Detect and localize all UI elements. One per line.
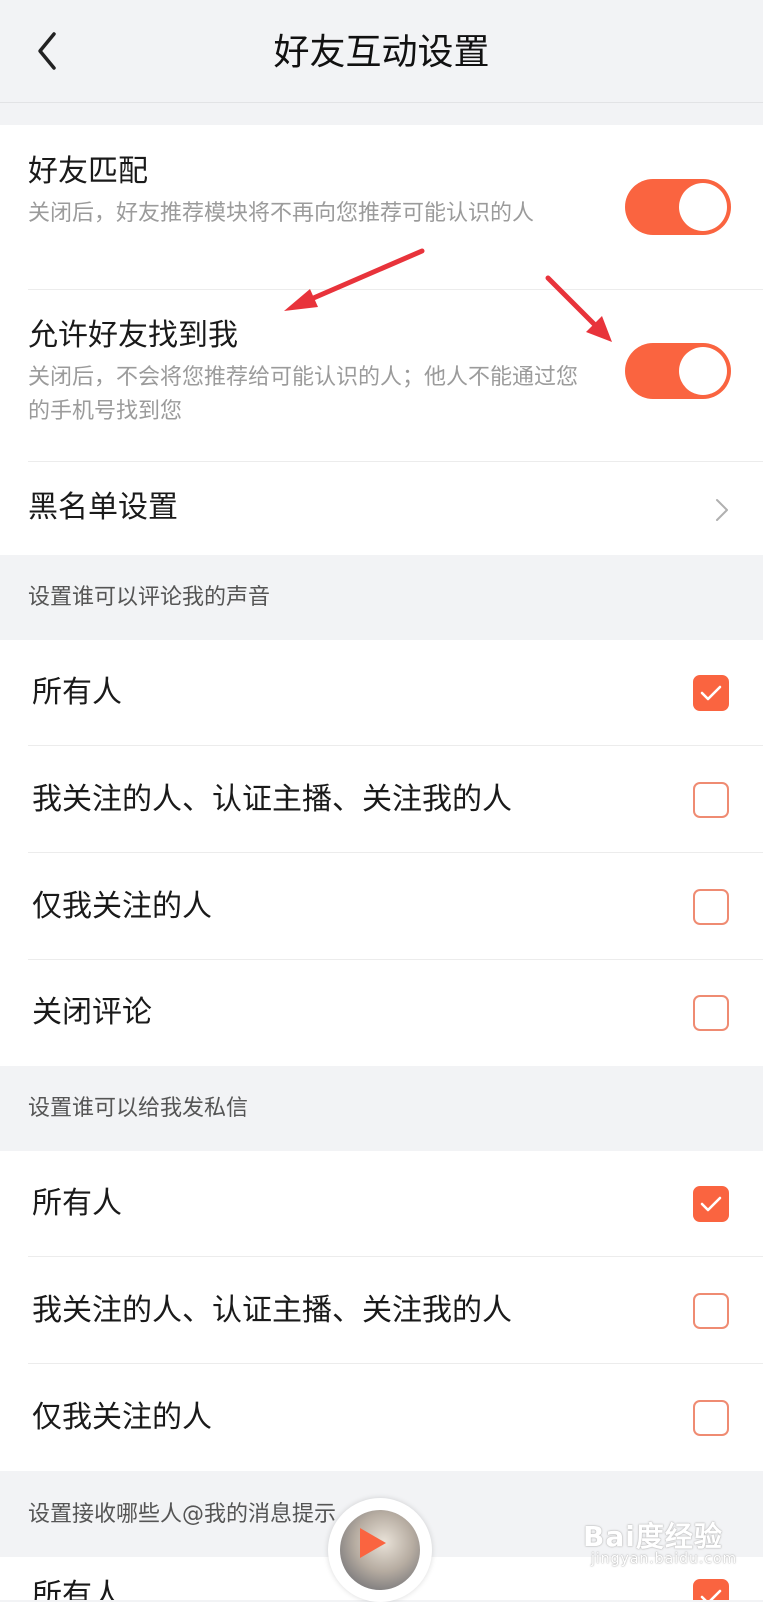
checkbox-checked[interactable] (693, 1186, 729, 1222)
comment-option-disable[interactable]: 关闭评论 (0, 960, 763, 1066)
option-label: 所有人 (32, 1578, 122, 1600)
checkbox[interactable] (693, 1293, 729, 1329)
message-option-followed-verified[interactable]: 我关注的人、认证主播、关注我的人 (0, 1258, 763, 1364)
divider (28, 852, 763, 853)
divider (28, 745, 763, 746)
watermark-url: jingyan.baidu.com (591, 1551, 738, 1567)
watermark-logo: Bai度经验 (583, 1520, 723, 1553)
page-title: 好友互动设置 (273, 32, 490, 73)
option-label: 所有人 (32, 675, 122, 710)
toggle-knob (679, 183, 727, 231)
comment-options-group: 所有人 我关注的人、认证主播、关注我的人 仅我关注的人 关闭评论 (0, 640, 763, 1066)
option-label: 仅我关注的人 (32, 889, 212, 924)
friend-match-description: 关闭后，好友推荐模块将不再向您推荐可能认识的人 (28, 201, 535, 226)
comment-option-followed-only[interactable]: 仅我关注的人 (0, 854, 763, 960)
friend-settings-group: 好友匹配 关闭后，好友推荐模块将不再向您推荐可能认识的人 允许好友找到我 关闭后… (0, 125, 763, 555)
divider (28, 1363, 763, 1364)
allow-find-me-title: 允许好友找到我 (28, 318, 238, 353)
message-options-group: 所有人 我关注的人、认证主播、关注我的人 仅我关注的人 (0, 1151, 763, 1471)
option-label: 关闭评论 (32, 995, 152, 1030)
checkbox-checked[interactable] (693, 1579, 729, 1600)
divider (28, 461, 763, 462)
checkbox[interactable] (693, 1400, 729, 1436)
annotation-arrow-icon (284, 248, 425, 311)
option-label: 我关注的人、认证主播、关注我的人 (32, 1293, 512, 1328)
checkbox-checked[interactable] (693, 675, 729, 711)
allow-find-me-description: 关闭后，不会将您推荐给可能认识的人；他人不能通过您的手机号找到您 (28, 365, 579, 424)
message-option-all[interactable]: 所有人 (0, 1151, 763, 1257)
chevron-right-icon (716, 499, 728, 521)
annotation-arrow-icon (545, 275, 612, 342)
comment-option-followed-verified[interactable]: 我关注的人、认证主播、关注我的人 (0, 747, 763, 853)
checkbox[interactable] (693, 889, 729, 925)
comment-option-all[interactable]: 所有人 (0, 640, 763, 746)
allow-find-me-toggle[interactable] (625, 343, 731, 399)
watermark: Bai度经验 jingyan.baidu.com (583, 1515, 736, 1567)
toggle-knob (679, 347, 727, 395)
divider (28, 1256, 763, 1257)
comment-section-label: 设置谁可以评论我的声音 (28, 585, 271, 610)
checkmark-icon (700, 1589, 722, 1600)
checkbox[interactable] (693, 782, 729, 818)
blacklist-settings-row[interactable]: 黑名单设置 (0, 463, 763, 555)
blacklist-title: 黑名单设置 (28, 490, 178, 525)
message-option-followed-only[interactable]: 仅我关注的人 (0, 1365, 763, 1471)
mention-section-label: 设置接收哪些人@我的消息提示 (28, 1502, 337, 1527)
option-label: 所有人 (32, 1186, 122, 1221)
mini-player-button[interactable] (328, 1498, 432, 1602)
play-icon (360, 1528, 386, 1558)
message-section-label: 设置谁可以给我发私信 (28, 1096, 249, 1121)
option-label: 我关注的人、认证主播、关注我的人 (32, 782, 512, 817)
friend-match-toggle[interactable] (625, 179, 731, 235)
nav-bar: 好友互动设置 (0, 0, 763, 103)
checkmark-icon (700, 685, 722, 701)
option-label: 仅我关注的人 (32, 1400, 212, 1435)
checkbox[interactable] (693, 995, 729, 1031)
friend-match-title: 好友匹配 (28, 154, 148, 189)
checkmark-icon (700, 1196, 722, 1212)
